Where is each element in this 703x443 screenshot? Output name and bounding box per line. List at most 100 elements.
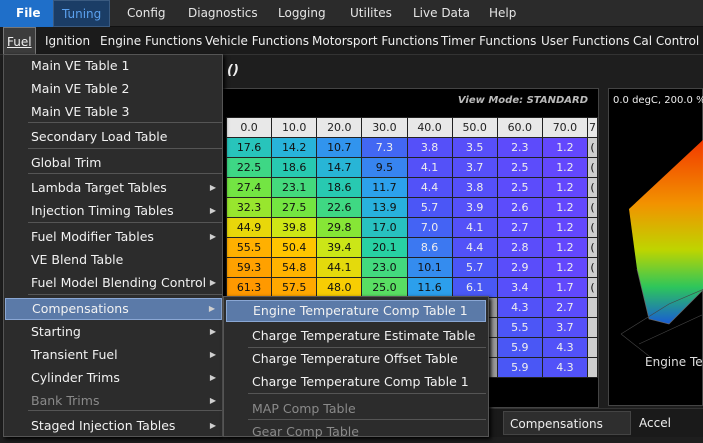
table-cell[interactable]: ( [587,237,598,258]
table-cell[interactable]: 3.7 [451,157,498,178]
table-cell[interactable]: 2.5 [496,177,543,198]
compensations-menu-item[interactable]: Charge Temperature Offset Table [226,348,486,370]
table-cell[interactable]: 22.6 [316,197,363,218]
menu-tuning[interactable]: Tuning [53,0,111,27]
table-cell[interactable]: 14.2 [271,137,318,158]
table-cell[interactable]: 39.4 [316,237,363,258]
table-cell[interactable]: 5.9 [496,357,543,378]
table-cell[interactable]: 2.8 [496,237,543,258]
table-cell[interactable]: 10.1 [406,257,453,278]
tab-compensations[interactable]: Compensations [503,411,631,435]
table-cell[interactable]: 4.4 [406,177,453,198]
table-cell[interactable]: ( [587,157,598,178]
table-cell[interactable]: 10.7 [316,137,363,158]
table-cell[interactable]: 1.2 [541,217,589,238]
menu-config[interactable]: Config [119,0,174,27]
menu-help[interactable]: Help [481,0,524,27]
fuel-menu-item[interactable]: Starting ▶ [5,321,222,343]
table-cell[interactable]: ( [587,177,598,198]
table-cell[interactable]: 11.7 [361,177,408,198]
table-cell[interactable]: 4.3 [541,357,589,378]
table-cell[interactable]: 2.6 [496,197,543,218]
table-cell[interactable]: 17.6 [225,137,273,158]
table-cell[interactable]: 2.7 [496,217,543,238]
table-cell[interactable]: 50.4 [271,237,318,258]
table-cell[interactable]: 17.0 [361,217,408,238]
table-cell[interactable] [587,357,598,378]
menu-cal-control[interactable]: Cal Control [633,27,699,55]
fuel-menu-item[interactable]: Main VE Table 2 [5,78,222,100]
table-cell[interactable]: 3.7 [541,317,589,338]
fuel-menu-item[interactable]: VE Blend Table [5,249,222,271]
fuel-menu-item[interactable]: Staged Injection Tables ▶ [5,415,222,437]
fuel-menu-item[interactable]: Transient Fuel ▶ [5,344,222,366]
table-cell[interactable]: 27.4 [225,177,273,198]
table-cell[interactable]: 27.5 [271,197,318,218]
table-cell[interactable]: 11.6 [406,277,453,298]
table-cell[interactable]: 1.7 [541,277,589,298]
table-cell[interactable]: ( [587,217,598,238]
fuel-menu-item[interactable]: Main VE Table 3 [5,101,222,123]
fuel-menu-item[interactable]: Cylinder Trims ▶ [5,367,222,389]
table-cell[interactable]: 6.1 [451,277,498,298]
table-cell[interactable]: ( [587,197,598,218]
table-cell[interactable]: 1.2 [541,257,589,278]
table-cell[interactable]: 7.0 [406,217,453,238]
table-cell[interactable]: 1.2 [541,157,589,178]
table-cell[interactable]: 3.8 [451,177,498,198]
table-cell[interactable]: 5.7 [451,257,498,278]
table-cell[interactable]: 7.3 [361,137,408,158]
table-cell[interactable]: ( [587,257,598,278]
table-cell[interactable]: 61.3 [225,277,273,298]
table-cell[interactable]: 9.5 [361,157,408,178]
table-cell[interactable]: 48.0 [316,277,363,298]
compensations-menu-item[interactable]: Engine Temperature Comp Table 1 [226,300,486,322]
table-cell[interactable]: 1.2 [541,177,589,198]
table-cell[interactable]: 2.5 [496,157,543,178]
menu-user-functions[interactable]: User Functions [541,27,629,55]
menu-live-data[interactable]: Live Data [405,0,478,27]
menu-vehicle-functions[interactable]: Vehicle Functions [205,27,309,55]
table-cell[interactable]: 57.5 [271,277,318,298]
table-cell[interactable]: 18.6 [271,157,318,178]
table-cell[interactable]: 3.9 [451,197,498,218]
fuel-menu-item[interactable]: Injection Timing Tables ▶ [5,200,222,222]
table-cell[interactable]: 4.1 [406,157,453,178]
table-cell[interactable]: 25.0 [361,277,408,298]
menu-diagnostics[interactable]: Diagnostics [180,0,266,27]
fuel-menu-item[interactable]: Lambda Target Tables ▶ [5,177,222,199]
table-cell[interactable]: 1.2 [541,237,589,258]
fuel-menu-item[interactable]: Secondary Load Table [5,126,222,148]
table-cell[interactable]: 55.5 [225,237,273,258]
table-cell[interactable]: 4.3 [541,337,589,358]
menu-ignition[interactable]: Ignition [45,27,90,55]
table-cell[interactable]: 1.2 [541,197,589,218]
tab-accel[interactable]: Accel [633,411,703,435]
table-cell[interactable]: 4.1 [451,217,498,238]
table-cell[interactable]: 59.3 [225,257,273,278]
table-cell[interactable]: ( [587,277,598,298]
table-cell[interactable]: 5.5 [496,317,543,338]
table-cell[interactable] [587,297,598,318]
table-cell[interactable]: 3.4 [496,277,543,298]
table-cell[interactable] [587,317,598,338]
table-cell[interactable] [587,337,598,358]
table-cell[interactable]: 3.8 [406,137,453,158]
compensations-menu-item[interactable]: Charge Temperature Comp Table 1 [226,371,486,393]
table-cell[interactable]: 23.1 [271,177,318,198]
menu-file[interactable]: File [0,0,57,27]
table-cell[interactable]: 5.9 [496,337,543,358]
table-cell[interactable]: 2.3 [496,137,543,158]
table-cell[interactable]: 44.9 [225,217,273,238]
menu-timer-functions[interactable]: Timer Functions [441,27,536,55]
table-cell[interactable]: 54.8 [271,257,318,278]
menu-utilites[interactable]: Utilites [342,0,400,27]
fuel-menu-item[interactable]: Compensations ▶ [5,298,222,320]
table-cell[interactable]: 23.0 [361,257,408,278]
menu-logging[interactable]: Logging [270,0,334,27]
table-cell[interactable]: 5.7 [406,197,453,218]
table-cell[interactable]: 14.7 [316,157,363,178]
table-cell[interactable]: 22.5 [225,157,273,178]
table-cell[interactable]: 32.3 [225,197,273,218]
table-cell[interactable]: 4.3 [496,297,543,318]
